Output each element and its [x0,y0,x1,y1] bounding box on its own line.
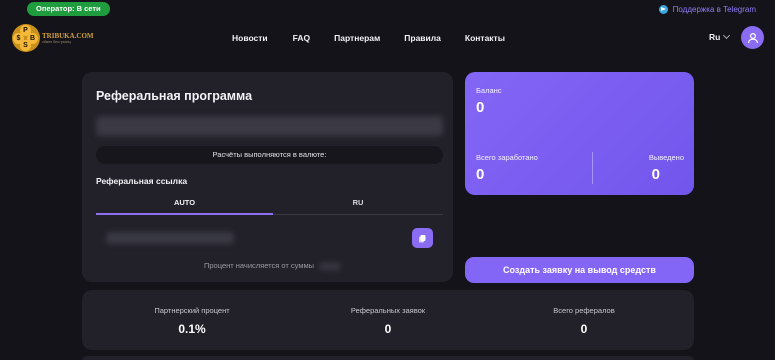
referral-link-title: Реферальная ссылка [96,176,188,186]
balance-label: Баланс [476,86,502,95]
language-label: Ru [709,32,721,42]
nav-item-news[interactable]: Новости [232,33,268,43]
copy-icon [419,234,426,242]
withdrawn-label: Выведено [648,153,684,162]
blurred-amount [319,262,342,270]
support-telegram-link[interactable]: Поддержка в Telegram [658,3,756,15]
copy-button[interactable] [412,228,433,248]
nav-item-rules[interactable]: Правила [404,33,441,43]
stat-value: 0 [384,322,392,336]
logo-name: TRIBUKA.COM [42,32,94,40]
tab-auto[interactable]: AUTO [96,196,273,215]
language-select[interactable]: Ru [709,31,731,42]
balance-value: 0 [476,99,485,116]
logo-tagline: обмен без границ [42,40,71,44]
support-telegram-label: Поддержка в Telegram [672,4,756,14]
nav-item-partners[interactable]: Партнерам [334,33,380,43]
blurred-referral-link [106,232,234,244]
stat-referral-requests: Реферальных заявок 0 [308,306,468,336]
user-icon [747,32,758,43]
create-withdraw-request-button[interactable]: Создать заявку на вывод средств [465,257,694,283]
stat-value: 0 [580,322,588,336]
logo-icon: P $ B S [12,24,40,52]
nav-item-contacts[interactable]: Контакты [465,33,505,43]
balance-card: Баланс 0 Всего заработано 0 Выведено 0 [465,72,694,195]
percent-note: Процент начисляется от суммы [204,261,342,270]
earned-label: Всего заработано [476,153,538,162]
tab-ru[interactable]: RU [273,196,443,215]
user-avatar-button[interactable] [741,26,764,49]
stats-card: Партнерский процент 0.1% Реферальных зая… [82,290,694,350]
stat-value: 0.1% [178,322,206,336]
logo[interactable]: P $ B S TRIBUKA.COM обмен без границ [12,24,94,52]
next-section-card [82,356,694,360]
stat-total-referrals: Всего рефералов 0 [504,306,664,336]
stat-label: Всего рефералов [553,306,615,315]
operator-status-badge: Оператор: В сети [27,2,110,16]
stat-label: Реферальных заявок [350,306,426,315]
stat-partner-percent: Партнерский процент 0.1% [112,306,272,336]
blurred-info [96,116,443,136]
earned-value: 0 [476,166,485,183]
nav-item-faq[interactable]: FAQ [293,33,310,43]
referral-tabs: AUTO RU [96,196,443,215]
referral-program-card: Реферальная программа Расчёты выполняютс… [82,72,453,282]
referral-title: Реферальная программа [96,89,253,103]
currency-note: Расчёты выполняются в валюте: [96,146,443,164]
divider [592,152,593,184]
withdrawn-value: 0 [651,166,660,183]
stat-label: Партнерский процент [154,306,230,315]
telegram-icon [658,4,668,14]
top-strip: Оператор: В сети Поддержка в Telegram [0,0,775,20]
header: P $ B S TRIBUKA.COM обмен без границ Нов… [0,20,775,56]
main-nav: Новости FAQ Партнерам Правила Контакты [232,33,505,43]
referral-link-field[interactable] [96,228,443,250]
chevron-down-icon [723,31,731,40]
